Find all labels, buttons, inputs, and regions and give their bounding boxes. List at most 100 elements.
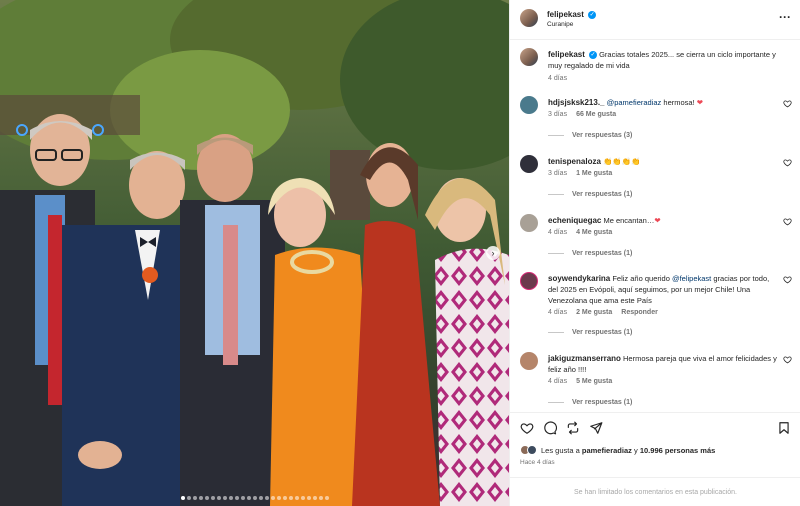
comment-time: 3 días [548, 111, 568, 118]
commenter-avatar[interactable] [520, 352, 538, 370]
instagram-post-modal: › felipekast ✓ Curanipe ··· felipekast ✓… [0, 0, 800, 506]
carousel-dot [270, 496, 275, 500]
comment-username[interactable]: tenispenaloza [548, 157, 601, 166]
view-replies-button[interactable]: Ver respuestas (3) [548, 132, 632, 139]
post-timestamp: Hace 4 días [520, 459, 555, 466]
author-avatar[interactable] [520, 9, 538, 27]
likes-mid: y [634, 445, 638, 455]
commenter-avatar[interactable] [520, 272, 538, 290]
comment-likes[interactable]: 4 Me gusta [576, 229, 612, 236]
comment-body: soywendykarina Feliz año querido @felipe… [548, 273, 778, 306]
comment-username[interactable]: jakiguzmanserrano [548, 354, 621, 363]
carousel-dot [318, 496, 323, 500]
post-location[interactable]: Curanipe [547, 21, 573, 28]
post-actions: Les gusta a pamefieradiaz y 10.996 perso… [510, 412, 800, 506]
like-comment-heart-icon[interactable] [783, 275, 792, 284]
view-replies-button[interactable]: Ver respuestas (1) [548, 399, 632, 406]
more-options-button[interactable]: ··· [779, 10, 791, 24]
view-replies-label: Ver respuestas (3) [572, 132, 633, 139]
comment-likes[interactable]: 1 Me gusta [576, 170, 612, 177]
carousel-dot [288, 496, 293, 500]
like-comment-heart-icon[interactable] [783, 355, 792, 364]
comment-item: soywendykarina Feliz año querido @felipe… [520, 272, 792, 342]
commenter-avatar[interactable] [520, 96, 538, 114]
comment-text: Me encantan… [603, 216, 655, 225]
carousel-dot [204, 496, 209, 500]
carousel-dot [240, 496, 245, 500]
comment-likes[interactable]: 5 Me gusta [576, 378, 612, 385]
view-replies-button[interactable]: Ver respuestas (1) [548, 329, 632, 336]
like-comment-heart-icon[interactable] [783, 158, 792, 167]
carousel-dot [210, 496, 215, 500]
carousel-dot [258, 496, 263, 500]
carousel-dot [180, 496, 185, 500]
comment-time: 4 días [548, 309, 568, 316]
comment-username[interactable]: hdjsjsksk213._ [548, 98, 604, 107]
carousel-dot [222, 496, 227, 500]
replies-divider [548, 402, 564, 403]
liker-avatar [527, 445, 537, 455]
send-paper-plane-icon[interactable] [589, 421, 603, 435]
comment-body: echeniquegac Me encantan…❤ [548, 215, 778, 226]
like-comment-heart-icon[interactable] [783, 99, 792, 108]
carousel-dot [324, 496, 329, 500]
post-photo[interactable]: › [0, 0, 509, 506]
commenter-avatar[interactable] [520, 214, 538, 232]
comment-username[interactable]: soywendykarina [548, 274, 610, 283]
caption-body: felipekast ✓ Gracias totales 2025... se … [548, 49, 778, 71]
reply-button[interactable]: Responder [621, 309, 658, 316]
next-photo-button[interactable]: › [486, 246, 500, 260]
carousel-dot [282, 496, 287, 500]
commenter-avatar[interactable] [520, 155, 538, 173]
view-replies-label: Ver respuestas (1) [572, 329, 633, 336]
post-caption: felipekast ✓ Gracias totales 2025... se … [520, 48, 792, 88]
carousel-dot [276, 496, 281, 500]
carousel-dot [264, 496, 269, 500]
post-header: felipekast ✓ Curanipe ··· [510, 0, 800, 40]
clapping-emoji: 👏👏👏👏 [603, 157, 641, 166]
red-heart-emoji: ❤ [696, 98, 704, 107]
carousel-dot [312, 496, 317, 500]
comment-body: hdjsjsksk213._ @pamefieradiaz hermosa! ❤ [548, 97, 778, 108]
caption-username[interactable]: felipekast [548, 50, 585, 59]
author-block: felipekast ✓ [547, 10, 597, 19]
likes-summary[interactable]: Les gusta a pamefieradiaz y 10.996 perso… [520, 445, 715, 455]
caption-author-avatar[interactable] [520, 48, 538, 66]
carousel-dots [0, 496, 509, 500]
comment-body: tenispenaloza 👏👏👏👏 [548, 156, 778, 167]
carousel-dot [216, 496, 221, 500]
caption-time: 4 días [548, 75, 568, 82]
like-comment-heart-icon[interactable] [783, 217, 792, 226]
likes-user[interactable]: pamefieradiaz [582, 446, 632, 455]
carousel-dot [294, 496, 299, 500]
author-username[interactable]: felipekast [547, 10, 584, 19]
comment-meta: 4 días 4 Me gusta [548, 229, 612, 236]
view-replies-label: Ver respuestas (1) [572, 250, 633, 257]
comments-section[interactable]: felipekast ✓ Gracias totales 2025... se … [510, 40, 800, 412]
heart-outline-icon[interactable] [520, 421, 534, 435]
carousel-dot [186, 496, 191, 500]
comment-time: 3 días [548, 170, 568, 177]
comment-bubble-icon[interactable] [543, 421, 557, 435]
comment-body: jakiguzmanserrano Hermosa pareja que viv… [548, 353, 778, 375]
comment-username[interactable]: echeniquegac [548, 216, 601, 225]
comment-meta: 3 días 1 Me gusta [548, 170, 612, 177]
carousel-dot [246, 496, 251, 500]
comment-item: tenispenaloza 👏👏👏👏 3 días 1 Me gusta Ver … [520, 155, 792, 205]
comment-likes[interactable]: 2 Me gusta [576, 309, 612, 316]
replies-divider [548, 194, 564, 195]
view-replies-button[interactable]: Ver respuestas (1) [548, 250, 632, 257]
comment-mention-link[interactable]: @pamefieradiaz [607, 98, 662, 107]
comment-text-before: Feliz año querido [612, 274, 672, 283]
repost-icon[interactable] [566, 421, 580, 435]
carousel-dot [300, 496, 305, 500]
carousel-dot [228, 496, 233, 500]
view-replies-button[interactable]: Ver respuestas (1) [548, 191, 632, 198]
comment-meta: 4 días 5 Me gusta [548, 378, 612, 385]
chevron-right-icon: › [491, 247, 495, 258]
bookmark-icon[interactable] [777, 421, 791, 435]
likes-prefix: Les gusta a [541, 445, 580, 455]
likes-count[interactable]: 10.996 personas más [640, 446, 715, 455]
comment-likes[interactable]: 66 Me gusta [576, 111, 616, 118]
comment-mention-link[interactable]: @felipekast [672, 274, 711, 283]
